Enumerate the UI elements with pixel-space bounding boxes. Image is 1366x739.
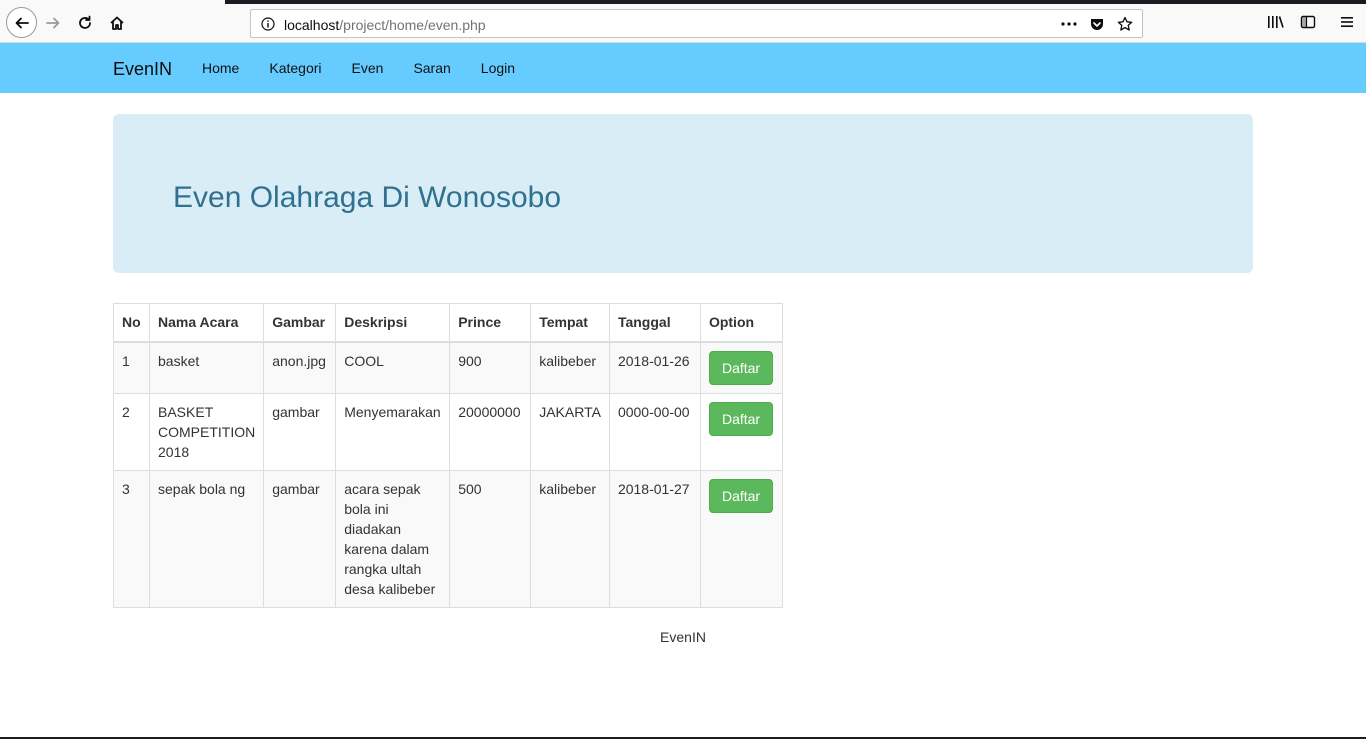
- header-prince: Prince: [449, 303, 532, 343]
- browser-toolbar: localhost/project/home/even.php: [0, 0, 1366, 43]
- cell-tanggal: 2018-01-26: [608, 341, 701, 394]
- cell-tempat: JAKARTA: [530, 392, 610, 471]
- events-table: No Nama Acara Gambar Deskripsi Prince Te…: [113, 303, 783, 608]
- cell-option: Daftar: [699, 341, 783, 394]
- table-header: No Nama Acara Gambar Deskripsi Prince Te…: [113, 303, 783, 343]
- cell-nama-acara: basket: [148, 341, 265, 394]
- cell-option: Daftar: [699, 469, 783, 608]
- sidebar-icon[interactable]: [1297, 11, 1319, 33]
- nav-links: Home Kategori Even Saran Login: [187, 43, 530, 93]
- daftar-button[interactable]: Daftar: [708, 401, 774, 436]
- table-row: 1 basket anon.jpg COOL 900 kalibeber 201…: [113, 341, 783, 394]
- cell-no: 1: [113, 341, 150, 394]
- nav-link-kategori[interactable]: Kategori: [254, 43, 336, 93]
- url-host: localhost: [284, 17, 340, 33]
- cell-nama-acara: sepak bola ng: [148, 469, 265, 608]
- nav-link-saran[interactable]: Saran: [398, 43, 465, 93]
- home-icon: [110, 16, 124, 30]
- header-nama-acara: Nama Acara: [148, 303, 265, 343]
- cell-deskripsi: Menyemarakan: [335, 392, 451, 471]
- url-path: /project/home/even.php: [339, 17, 486, 33]
- cell-no: 2: [113, 392, 150, 471]
- hamburger-menu-icon[interactable]: [1336, 11, 1358, 33]
- reload-button[interactable]: [70, 8, 100, 38]
- page-title: Even Olahraga Di Wonosobo: [173, 181, 562, 214]
- nav-link-login[interactable]: Login: [466, 43, 530, 93]
- star-icon[interactable]: [1114, 13, 1136, 35]
- cell-gambar: gambar: [263, 469, 337, 608]
- info-icon[interactable]: [260, 16, 276, 32]
- back-arrow-icon: [15, 17, 29, 28]
- cell-prince: 900: [449, 341, 532, 394]
- back-button[interactable]: [6, 7, 37, 38]
- cell-tempat: kalibeber: [530, 341, 610, 394]
- address-bar[interactable]: localhost/project/home/even.php: [250, 9, 1143, 38]
- daftar-button[interactable]: Daftar: [708, 350, 774, 385]
- header-tempat: Tempat: [530, 303, 610, 343]
- home-button[interactable]: [102, 8, 132, 38]
- cell-tempat: kalibeber: [530, 469, 610, 608]
- daftar-button[interactable]: Daftar: [708, 478, 774, 513]
- more-icon[interactable]: [1058, 13, 1080, 35]
- library-icon[interactable]: [1265, 11, 1287, 33]
- header-option: Option: [699, 303, 783, 343]
- cell-prince: 500: [449, 469, 532, 608]
- tab-strip-edge: [225, 0, 1366, 4]
- footer-text: EvenIN: [660, 629, 706, 645]
- table-body: 1 basket anon.jpg COOL 900 kalibeber 201…: [113, 341, 783, 608]
- cell-option: Daftar: [699, 392, 783, 471]
- table-row: 2 BASKET COMPETITION 2018 gambar Menyema…: [113, 392, 783, 471]
- cell-nama-acara: BASKET COMPETITION 2018: [148, 392, 265, 471]
- nav-link-home[interactable]: Home: [187, 43, 254, 93]
- cell-gambar: anon.jpg: [263, 341, 337, 394]
- site-navbar: EvenIN Home Kategori Even Saran Login: [0, 43, 1366, 93]
- cell-tanggal: 0000-00-00: [608, 392, 701, 471]
- cell-no: 3: [113, 469, 150, 608]
- brand-link[interactable]: EvenIN: [113, 59, 172, 80]
- forward-button[interactable]: [38, 8, 68, 38]
- pocket-icon[interactable]: [1086, 13, 1108, 35]
- cell-deskripsi: COOL: [335, 341, 451, 394]
- table-row: 3 sepak bola ng gambar acara sepak bola …: [113, 469, 783, 608]
- cell-prince: 20000000: [449, 392, 532, 471]
- reload-icon: [79, 15, 91, 29]
- url-actions: [1058, 13, 1136, 35]
- cell-deskripsi: acara sepak bola ini diadakan karena dal…: [335, 469, 451, 608]
- header-tanggal: Tanggal: [608, 303, 701, 343]
- forward-arrow-icon: [46, 17, 60, 29]
- url-text[interactable]: localhost/project/home/even.php: [284, 17, 486, 33]
- header-row: No Nama Acara Gambar Deskripsi Prince Te…: [113, 303, 783, 343]
- header-deskripsi: Deskripsi: [335, 303, 451, 343]
- header-gambar: Gambar: [263, 303, 337, 343]
- cell-gambar: gambar: [263, 392, 337, 471]
- header-no: No: [113, 303, 150, 343]
- cell-tanggal: 2018-01-27: [608, 469, 701, 608]
- jumbotron: Even Olahraga Di Wonosobo: [113, 114, 1253, 273]
- nav-link-even[interactable]: Even: [337, 43, 399, 93]
